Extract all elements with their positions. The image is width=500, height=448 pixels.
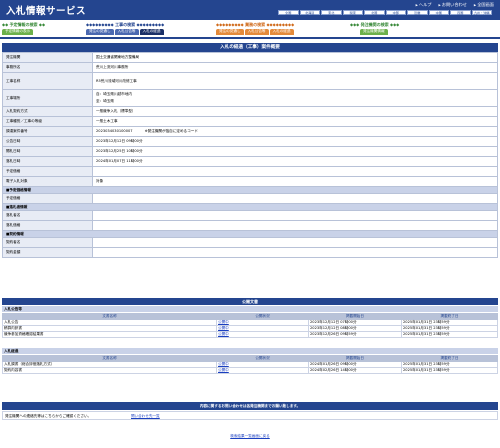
notice-docs-table: 文書名称 公開状況 掲載開始日 掲載終了日 入札公告 公開中 2023年12月1… <box>2 313 498 338</box>
section-title: 入札の経過（工事）案件概要 <box>2 43 498 52</box>
contact-title: 内容に関するお問い合わせは各発注機関までお願い致します。 <box>2 402 498 410</box>
notice-docs-label: 入札公告等 <box>2 306 498 312</box>
row-label: 事務所名 <box>2 62 93 73</box>
doc-status-link[interactable]: 公開中 <box>216 331 309 338</box>
row-label: 契約金額 <box>2 247 93 258</box>
subsection-title: ■落札者情報 <box>2 203 498 211</box>
contact-link[interactable]: お問い合わせ <box>438 2 467 8</box>
row-label: 落札日時 <box>2 156 93 167</box>
nav-group-agency: ◆◆◆ 発注機関の検索 ◆◆◆ 発注機関情報 <box>350 22 399 35</box>
row-label: 落札者名 <box>2 210 93 221</box>
doc-start: 2023年12月26日 09時59分 <box>308 331 402 338</box>
row-value: 対象 <box>92 176 498 187</box>
nav-divider <box>0 37 500 39</box>
location-from: 自：埼玉県川越市地内 <box>96 92 132 96</box>
region-tab[interactable]: 近畿 <box>407 10 428 15</box>
doc-name: 競争参加資格確認結果書 <box>2 331 217 338</box>
row-label: 予定価格 <box>2 193 93 204</box>
overview-table: 発注機関 国土交通省関東地方整備局 事務所名 荒川上流河川事務所 工事名称 R5荒川流… <box>2 52 498 258</box>
row-value: 一般競争入札（標準型） <box>92 106 498 117</box>
row-label: 開札日時 <box>2 146 93 157</box>
region-tab[interactable]: 関東 <box>342 10 363 15</box>
row-value: 2024年01月07日 11時00分 <box>92 156 498 167</box>
top-links: ヘルプ お問い合わせ 全国画面 <box>416 2 494 8</box>
doc-start: 2024年02月26日 14時00分 <box>308 367 402 374</box>
nav-service-outlook[interactable]: 発注の見通し <box>216 29 244 35</box>
nav-group-title: ◆◆◆ 発注機関の検索 ◆◆◆ <box>350 22 400 27</box>
region-tab[interactable]: 東北 <box>321 10 342 15</box>
table-row: 契約内容書 公開中 2024年02月26日 14時00分 2025年01月31日… <box>2 367 498 374</box>
documents-title: 公開文書 <box>2 298 498 305</box>
nav-service-progress[interactable]: 入札の経過 <box>269 29 294 35</box>
nav-agency-button[interactable]: 発注機関情報 <box>360 29 388 35</box>
region-tab[interactable]: 九州・沖縄 <box>471 10 492 15</box>
case-number: 2023034030100007 <box>96 129 133 133</box>
case-number-note: ※発注機関が独自に定めるコード <box>144 129 198 133</box>
row-value: 一般土木工事 <box>92 116 498 127</box>
contact-list-link[interactable]: 問い合わせ先一覧 <box>131 414 160 419</box>
region-tab[interactable]: 中部 <box>385 10 406 15</box>
table-row: 競争参加資格確認結果書 公開中 2023年12月26日 09時59分 2025年… <box>2 331 498 338</box>
nav-group-service: ◆◆◆◆◆◆◆◆◆ 業務の検索 ◆◆◆◆◆◆◆◆◆ 発注の見通し 入札公告等 入… <box>216 22 294 35</box>
region-tab[interactable]: 北海道 <box>299 10 320 15</box>
row-value: R5荒川流域河川改修工事 <box>92 72 498 90</box>
nav-group-construction: ◆◆◆◆◆◆◆◆◆ 工事の検索 ◆◆◆◆◆◆◆◆◆ 発注の見通し 入札公告等 入… <box>86 22 164 35</box>
row-label: 発注機関 <box>2 52 93 63</box>
row-value: 荒川上流河川事務所 <box>92 62 498 73</box>
location-to: 至：埼玉県 <box>96 99 114 103</box>
nav-group-title: ◆◆ 予定情報の検索 ◆◆ <box>2 22 46 27</box>
row-label: 落札価格 <box>2 220 93 231</box>
row-value <box>92 237 498 248</box>
contact-row: 発注機関への連絡先等はこちらからご確認ください。 問い合わせ先一覧 <box>2 411 498 420</box>
row-value <box>92 247 498 258</box>
row-label: 公告日時 <box>2 136 93 147</box>
region-tabs: 全国 北海道 東北 関東 北陸 中部 近畿 中国 四国 九州・沖縄 <box>278 10 494 15</box>
nav-plan-button[interactable]: 予定情報の表示 <box>2 29 34 35</box>
progress-docs-label: 入札経過 <box>2 348 498 354</box>
row-label: 工事種別／工事の等級 <box>2 116 93 127</box>
row-value <box>92 210 498 221</box>
nav-group-title: ◆◆◆◆◆◆◆◆◆ 業務の検索 ◆◆◆◆◆◆◆◆◆ <box>216 22 295 27</box>
region-tab[interactable]: 中国 <box>428 10 449 15</box>
back-link-text[interactable]: 検索結果一覧画面に戻る <box>230 434 270 438</box>
row-label: 入札契約方式 <box>2 106 93 117</box>
row-label: 電子入札対象 <box>2 176 93 187</box>
nav-bar: ◆◆ 予定情報の検索 ◆◆ 予定情報の表示 ◆◆◆◆◆◆◆◆◆ 工事の検索 ◆◆… <box>0 20 500 38</box>
contact-text: 発注機関への連絡先等はこちらからご確認ください。 <box>5 414 92 418</box>
row-value: 2023年12月25日 10時00分 <box>92 146 498 157</box>
national-link[interactable]: 全国画面 <box>474 2 494 8</box>
doc-end: 2025年01月31日 23時59分 <box>401 331 498 338</box>
row-value <box>92 193 498 204</box>
row-label: 契約者名 <box>2 237 93 248</box>
row-label: 工事場所 <box>2 89 93 107</box>
row-label: 調達案件番号 <box>2 126 93 137</box>
header-bar: 入札情報サービス ヘルプ お問い合わせ 全国画面 全国 北海道 東北 関東 北陸… <box>0 0 500 20</box>
region-tab[interactable]: 北陸 <box>364 10 385 15</box>
subsection-title: ■契約情報 <box>2 230 498 238</box>
nav-service-notice[interactable]: 入札公告等 <box>244 29 269 35</box>
app-title: 入札情報サービス <box>6 6 87 17</box>
doc-end: 2025年01月31日 23時59分 <box>401 367 498 374</box>
doc-status-link[interactable]: 公開中 <box>216 367 309 374</box>
nav-group-plan: ◆◆ 予定情報の検索 ◆◆ 予定情報の表示 <box>2 22 45 35</box>
nav-construction-progress[interactable]: 入札の経過 <box>139 29 164 35</box>
row-value <box>92 220 498 231</box>
region-tab[interactable]: 全国 <box>278 10 299 15</box>
row-value: 2023年12月12日 09時00分 <box>92 136 498 147</box>
nav-construction-notice[interactable]: 入札公告等 <box>114 29 139 35</box>
progress-docs-table: 文書名称 公開状況 掲載開始日 掲載終了日 入札調書（総合評価落札方式） 公開中… <box>2 355 498 374</box>
row-value <box>92 166 498 177</box>
row-value: 国土交通省関東地方整備局 <box>92 52 498 63</box>
doc-name: 契約内容書 <box>2 367 217 374</box>
region-tab[interactable]: 四国 <box>450 10 471 15</box>
subsection-title: ■予定価格情報 <box>2 186 498 194</box>
help-link[interactable]: ヘルプ <box>416 2 432 8</box>
back-to-results-link: 検索結果一覧画面に戻る <box>0 434 500 439</box>
row-label: 予定価格 <box>2 166 93 177</box>
nav-group-title: ◆◆◆◆◆◆◆◆◆ 工事の検索 ◆◆◆◆◆◆◆◆◆ <box>86 22 165 27</box>
row-label: 工事名称 <box>2 72 93 90</box>
nav-construction-outlook[interactable]: 発注の見通し <box>86 29 114 35</box>
row-value: 自：埼玉県川越市地内 至：埼玉県 <box>92 89 498 107</box>
row-value: 2023034030100007 ※発注機関が独自に定めるコード <box>92 126 498 137</box>
